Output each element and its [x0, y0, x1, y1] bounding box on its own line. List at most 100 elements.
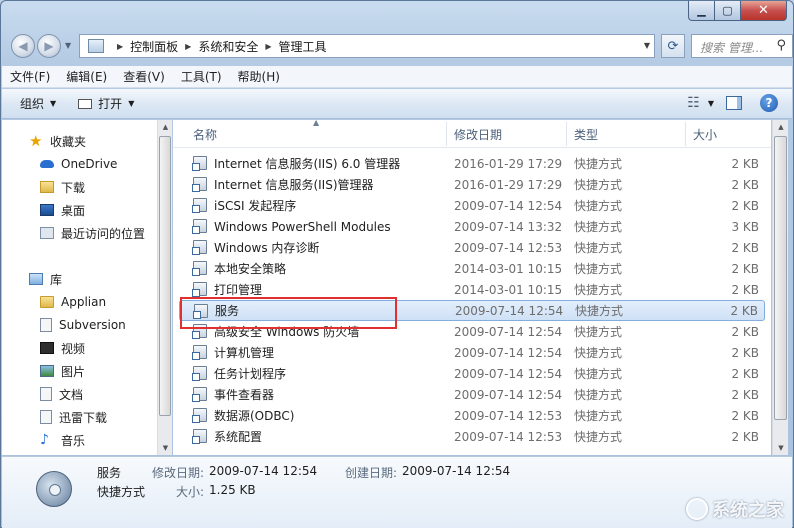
close-button[interactable]: ✕ [741, 1, 787, 21]
file-date: 2009-07-14 12:53 [454, 408, 563, 423]
column-divider[interactable] [566, 122, 567, 146]
file-size: 3 KB [731, 219, 759, 234]
scroll-up-icon[interactable]: ▲ [773, 120, 789, 134]
shortcut-icon [192, 240, 207, 255]
file-size: 2 KB [731, 366, 759, 381]
organize-button[interactable]: 组织 ▼ [20, 95, 56, 112]
forward-button[interactable]: ▶ [37, 34, 61, 58]
table-row[interactable]: 事件查看器 2009-07-14 12:54 快捷方式 2 KB [179, 384, 765, 405]
table-row[interactable]: 本地安全策略 2014-03-01 10:15 快捷方式 2 KB [179, 258, 765, 279]
refresh-icon: ⟳ [667, 38, 679, 54]
file-name: iSCSI 发起程序 [214, 199, 297, 213]
help-icon[interactable]: ? [760, 94, 778, 112]
music-note-icon: ♪ [40, 432, 49, 448]
chevron-right-icon[interactable]: ▶ [265, 42, 271, 51]
tree-desktop[interactable]: 桌面 [40, 200, 85, 220]
recent-pages-dropdown[interactable]: ▼ [65, 41, 71, 50]
scroll-down-icon[interactable]: ▼ [158, 441, 173, 455]
tree-favorites[interactable]: ★ 收藏夹 [29, 131, 86, 151]
star-icon: ★ [29, 132, 43, 150]
file-date: 2014-03-01 10:15 [454, 261, 563, 276]
tree-onedrive[interactable]: OneDrive [40, 154, 117, 174]
tree-label: Subversion [59, 318, 126, 332]
tree-applian[interactable]: Applian [40, 292, 106, 312]
shortcut-icon [192, 219, 207, 234]
document-icon [40, 387, 52, 401]
view-dropdown-icon[interactable]: ▼ [708, 99, 714, 108]
table-row[interactable]: Internet 信息服务(IIS) 6.0 管理器 2016-01-29 17:… [179, 153, 765, 174]
file-scroll-thumb[interactable] [774, 136, 787, 420]
table-row[interactable]: Windows PowerShell Modules 2009-07-14 13:… [179, 216, 765, 237]
tree-xunlei[interactable]: 迅雷下载 [40, 407, 107, 427]
file-scrollbar[interactable]: ▲ ▼ [772, 120, 788, 455]
scroll-up-icon[interactable]: ▲ [158, 120, 173, 134]
change-view-icon[interactable]: ☷ [687, 95, 700, 111]
details-created-label: 创建日期: [345, 466, 398, 480]
nav-scrollbar[interactable]: ▲ ▼ [157, 120, 172, 455]
menu-file[interactable]: 文件(F) [10, 68, 50, 85]
table-row[interactable]: 任务计划程序 2009-07-14 12:54 快捷方式 2 KB [179, 363, 765, 384]
tree-documents[interactable]: 文档 [40, 384, 83, 404]
tree-label: 收藏夹 [50, 134, 87, 149]
nav-scroll-thumb[interactable] [159, 136, 171, 416]
shortcut-icon [192, 429, 207, 444]
refresh-button[interactable]: ⟳ [661, 34, 685, 58]
column-type[interactable]: 类型 [574, 126, 598, 143]
column-divider[interactable] [446, 122, 447, 146]
search-icon[interactable]: ⚲ [776, 38, 786, 53]
chevron-right-icon[interactable]: ▶ [117, 42, 123, 51]
recent-places-icon [40, 227, 54, 239]
table-row[interactable]: Internet 信息服务(IIS)管理器 2016-01-29 17:29 快捷方… [179, 174, 765, 195]
document-icon [40, 318, 52, 332]
tree-videos[interactable]: 视频 [40, 338, 85, 358]
details-modified: 2009-07-14 12:54 [209, 464, 318, 478]
minimize-button[interactable]: ▁ [688, 1, 715, 21]
file-size: 2 KB [731, 282, 759, 297]
address-bar[interactable]: ▶ 控制面板 ▶ 系统和安全 ▶ 管理工具 ▼ [79, 34, 655, 58]
table-row[interactable]: 系统配置 2009-07-14 12:53 快捷方式 2 KB [179, 426, 765, 447]
file-list: ▲ 名称 修改日期 类型 大小 Internet 信息服务(IIS) 6.0 管… [173, 120, 771, 455]
file-name: 系统配置 [214, 430, 263, 444]
preview-pane-icon[interactable] [726, 96, 742, 110]
tree-label: 视频 [61, 341, 86, 356]
tree-label: 文档 [59, 387, 84, 402]
scroll-down-icon[interactable]: ▼ [773, 441, 789, 455]
search-input[interactable]: 搜索 管理... ⚲ [691, 34, 793, 58]
file-size: 2 KB [731, 387, 759, 402]
table-row[interactable]: 计算机管理 2009-07-14 12:54 快捷方式 2 KB [179, 342, 765, 363]
column-size[interactable]: 大小 [693, 126, 717, 143]
maximize-button[interactable]: ▢ [715, 1, 741, 21]
menu-tools[interactable]: 工具(T) [181, 68, 222, 85]
services-icon [36, 471, 72, 507]
shortcut-icon [192, 387, 207, 402]
column-name[interactable]: 名称 [193, 126, 217, 143]
table-row[interactable]: 数据源(ODBC) 2009-07-14 12:53 快捷方式 2 KB [179, 405, 765, 426]
menu-edit[interactable]: 编辑(E) [66, 68, 107, 85]
tree-pictures[interactable]: 图片 [40, 361, 85, 381]
file-date: 2014-03-01 10:15 [454, 282, 563, 297]
tree-subversion[interactable]: Subversion [40, 315, 126, 335]
tree-recent[interactable]: 最近访问的位置 [40, 223, 145, 243]
tree-music[interactable]: ♪ 音乐 [40, 430, 85, 450]
menu-help[interactable]: 帮助(H) [238, 68, 280, 85]
chevron-right-icon[interactable]: ▶ [185, 42, 191, 51]
breadcrumb-system-security[interactable]: 系统和安全 [198, 38, 258, 55]
open-button[interactable]: 打开 ▼ [78, 95, 134, 112]
file-size: 2 KB [731, 240, 759, 255]
file-type: 快捷方式 [574, 283, 623, 297]
table-row[interactable]: iSCSI 发起程序 2009-07-14 12:54 快捷方式 2 KB [179, 195, 765, 216]
tree-downloads[interactable]: 下载 [40, 177, 85, 197]
tree-library[interactable]: 库 [29, 269, 62, 289]
file-size: 2 KB [731, 156, 759, 171]
back-button[interactable]: ◀ [11, 34, 35, 58]
shortcut-icon [192, 408, 207, 423]
shortcut-icon [192, 282, 207, 297]
breadcrumb-admin-tools[interactable]: 管理工具 [279, 38, 327, 55]
table-row[interactable]: Windows 内存诊断 2009-07-14 12:53 快捷方式 2 KB [179, 237, 765, 258]
menu-view[interactable]: 查看(V) [123, 68, 165, 85]
breadcrumb-control-panel[interactable]: 控制面板 [130, 38, 178, 55]
address-dropdown-icon[interactable]: ▼ [644, 41, 650, 50]
column-date[interactable]: 修改日期 [454, 126, 502, 143]
column-divider[interactable] [685, 122, 686, 146]
chevron-down-icon: ▼ [65, 41, 72, 50]
